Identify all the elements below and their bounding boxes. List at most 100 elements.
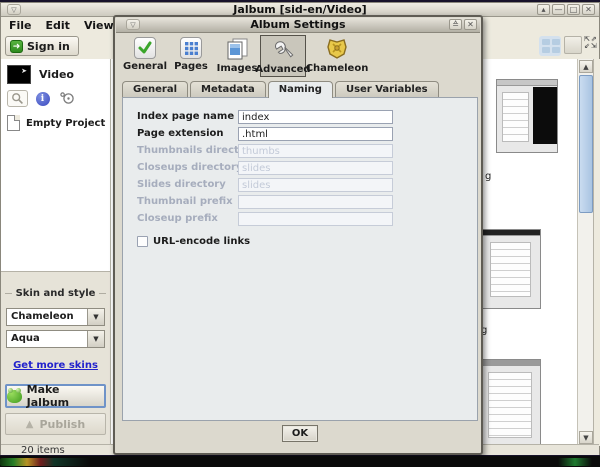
info-icon: i <box>36 92 50 106</box>
search-button[interactable] <box>7 90 28 107</box>
publish-button: ▲ Publish <box>5 413 106 435</box>
menu-view[interactable]: View <box>84 19 114 32</box>
scrollbar-thumb[interactable] <box>579 75 593 213</box>
slideshow-icon <box>60 92 75 105</box>
info-button[interactable]: i <box>32 90 53 107</box>
sign-in-label: Sign in <box>27 40 70 53</box>
thumbnail-image[interactable] <box>481 229 541 309</box>
dialog-close-button[interactable]: ✕ <box>464 19 477 30</box>
thumbnails-directory-input <box>238 144 393 158</box>
desktop: ▽ Jalbum [sid-en/Video] ▴ — □ ✕ File Edi… <box>0 0 600 467</box>
sign-in-arrow-icon: ➜ <box>10 40 23 53</box>
field-label: Index page name <box>137 111 234 122</box>
url-encode-checkbox[interactable] <box>137 236 148 247</box>
album-settings-dialog: ▽ Album Settings ≙ ✕ General <box>113 15 483 455</box>
taskbar <box>0 456 600 467</box>
thumbnail-image[interactable] <box>481 359 541 446</box>
dialog-toolbar: General Pages <box>118 35 478 78</box>
field-label: Closeup prefix <box>137 213 218 224</box>
edit-image-icon[interactable] <box>564 36 582 54</box>
chameleon-skin-icon <box>325 37 349 61</box>
thumbnail-image[interactable] <box>496 79 558 153</box>
vertical-scrollbar[interactable]: ▲ ▼ <box>577 59 593 446</box>
sidebar-item-video[interactable]: Video <box>7 65 74 84</box>
make-jalbum-label: Make Jalbum <box>27 383 104 409</box>
tab-naming[interactable]: Naming <box>268 81 333 98</box>
url-encode-row: URL-encode links <box>137 236 250 247</box>
dialog-shade-button[interactable]: ≙ <box>449 19 462 30</box>
page-icon <box>7 115 20 131</box>
skin-dropdown[interactable]: Chameleon ▼ <box>6 308 105 326</box>
field-label: Slides directory <box>137 179 226 190</box>
slideshow-button[interactable] <box>57 90 78 107</box>
skin-dropdown-value: Chameleon <box>7 309 87 325</box>
window-right-margin <box>593 59 600 446</box>
shade-button[interactable]: ▴ <box>537 4 550 15</box>
style-dropdown[interactable]: Aqua ▼ <box>6 330 105 348</box>
toolbar-item-pages[interactable]: Pages <box>168 35 214 77</box>
wrench-icon <box>271 38 295 62</box>
dialog-tabs: General Metadata Naming User Variables <box>122 81 441 98</box>
fullscreen-icon[interactable]: ⇱⇗⇙⇲ <box>584 36 599 51</box>
thumbnail-prefix-input <box>238 195 393 209</box>
field-row: Slides directory <box>123 178 477 192</box>
index-page-name-input[interactable] <box>238 110 393 124</box>
images-icon <box>225 37 249 61</box>
chevron-down-icon[interactable]: ▼ <box>87 309 104 325</box>
field-row: Index page name <box>123 110 477 124</box>
get-more-skins-link[interactable]: Get more skins <box>1 360 110 371</box>
style-dropdown-value: Aqua <box>7 331 87 347</box>
video-label: Video <box>39 68 74 81</box>
skin-section-header: Skin and style <box>1 288 110 299</box>
skin-section-title: Skin and style <box>16 288 96 299</box>
field-row: Closeup prefix <box>123 212 477 226</box>
empty-project-label: Empty Project <box>26 118 105 129</box>
sidebar: Video i <box>1 59 111 446</box>
taskbar-decoration <box>0 458 90 466</box>
field-row: Thumbnail prefix <box>123 195 477 209</box>
ok-button[interactable]: OK <box>282 425 318 442</box>
search-icon <box>11 92 24 105</box>
naming-tab-panel: Index page name Page extension Thumbnail… <box>122 97 478 421</box>
menu-file[interactable]: File <box>9 19 32 32</box>
sign-in-button[interactable]: ➜ Sign in <box>5 36 79 56</box>
publish-arrow-icon: ▲ <box>26 419 34 430</box>
close-button[interactable]: ✕ <box>582 4 595 15</box>
tab-user-variables[interactable]: User Variables <box>335 81 439 97</box>
toolbar-item-chameleon[interactable]: Chameleon <box>306 35 368 77</box>
minimize-button[interactable]: — <box>552 4 565 15</box>
page-extension-input[interactable] <box>238 127 393 141</box>
field-label: Thumbnail prefix <box>137 196 233 207</box>
item-count: 20 items <box>21 445 65 456</box>
closeups-directory-input <box>238 161 393 175</box>
check-icon <box>134 37 156 59</box>
closeup-prefix-input <box>238 212 393 226</box>
menu-edit[interactable]: Edit <box>46 19 70 32</box>
sidebar-item-empty-project[interactable]: Empty Project <box>7 115 105 131</box>
toolbar-item-advanced[interactable]: Advanced <box>260 35 306 77</box>
frog-icon <box>7 390 22 403</box>
grid-view-icon[interactable] <box>539 36 561 56</box>
chevron-down-icon[interactable]: ▼ <box>87 331 104 347</box>
maximize-button[interactable]: □ <box>567 4 580 15</box>
toolbar-item-general[interactable]: General <box>122 35 168 77</box>
field-row: Thumbnails directory <box>123 144 477 158</box>
field-label: Page extension <box>137 128 224 139</box>
sidebar-icon-row: i <box>7 90 78 107</box>
make-jalbum-button[interactable]: Make Jalbum <box>5 384 106 408</box>
field-label: Closeups directory <box>137 162 242 173</box>
slides-directory-input <box>238 178 393 192</box>
dialog-title: Album Settings <box>116 18 480 31</box>
toolbar-item-images[interactable]: Images <box>214 35 260 77</box>
url-encode-label: URL-encode links <box>153 236 250 247</box>
skin-panel: Skin and style Chameleon ▼ Aqua ▼ Get mo… <box>1 271 110 446</box>
tab-general[interactable]: General <box>122 81 188 97</box>
scroll-down-icon[interactable]: ▼ <box>579 431 593 444</box>
field-row: Page extension <box>123 127 477 141</box>
publish-label: Publish <box>40 418 86 431</box>
dialog-titlebar[interactable]: ▽ Album Settings ≙ ✕ <box>116 18 480 33</box>
tab-metadata[interactable]: Metadata <box>190 81 266 97</box>
thumbnail-caption: g <box>485 171 491 182</box>
scroll-up-icon[interactable]: ▲ <box>579 60 593 73</box>
video-thumbnail <box>7 65 31 84</box>
